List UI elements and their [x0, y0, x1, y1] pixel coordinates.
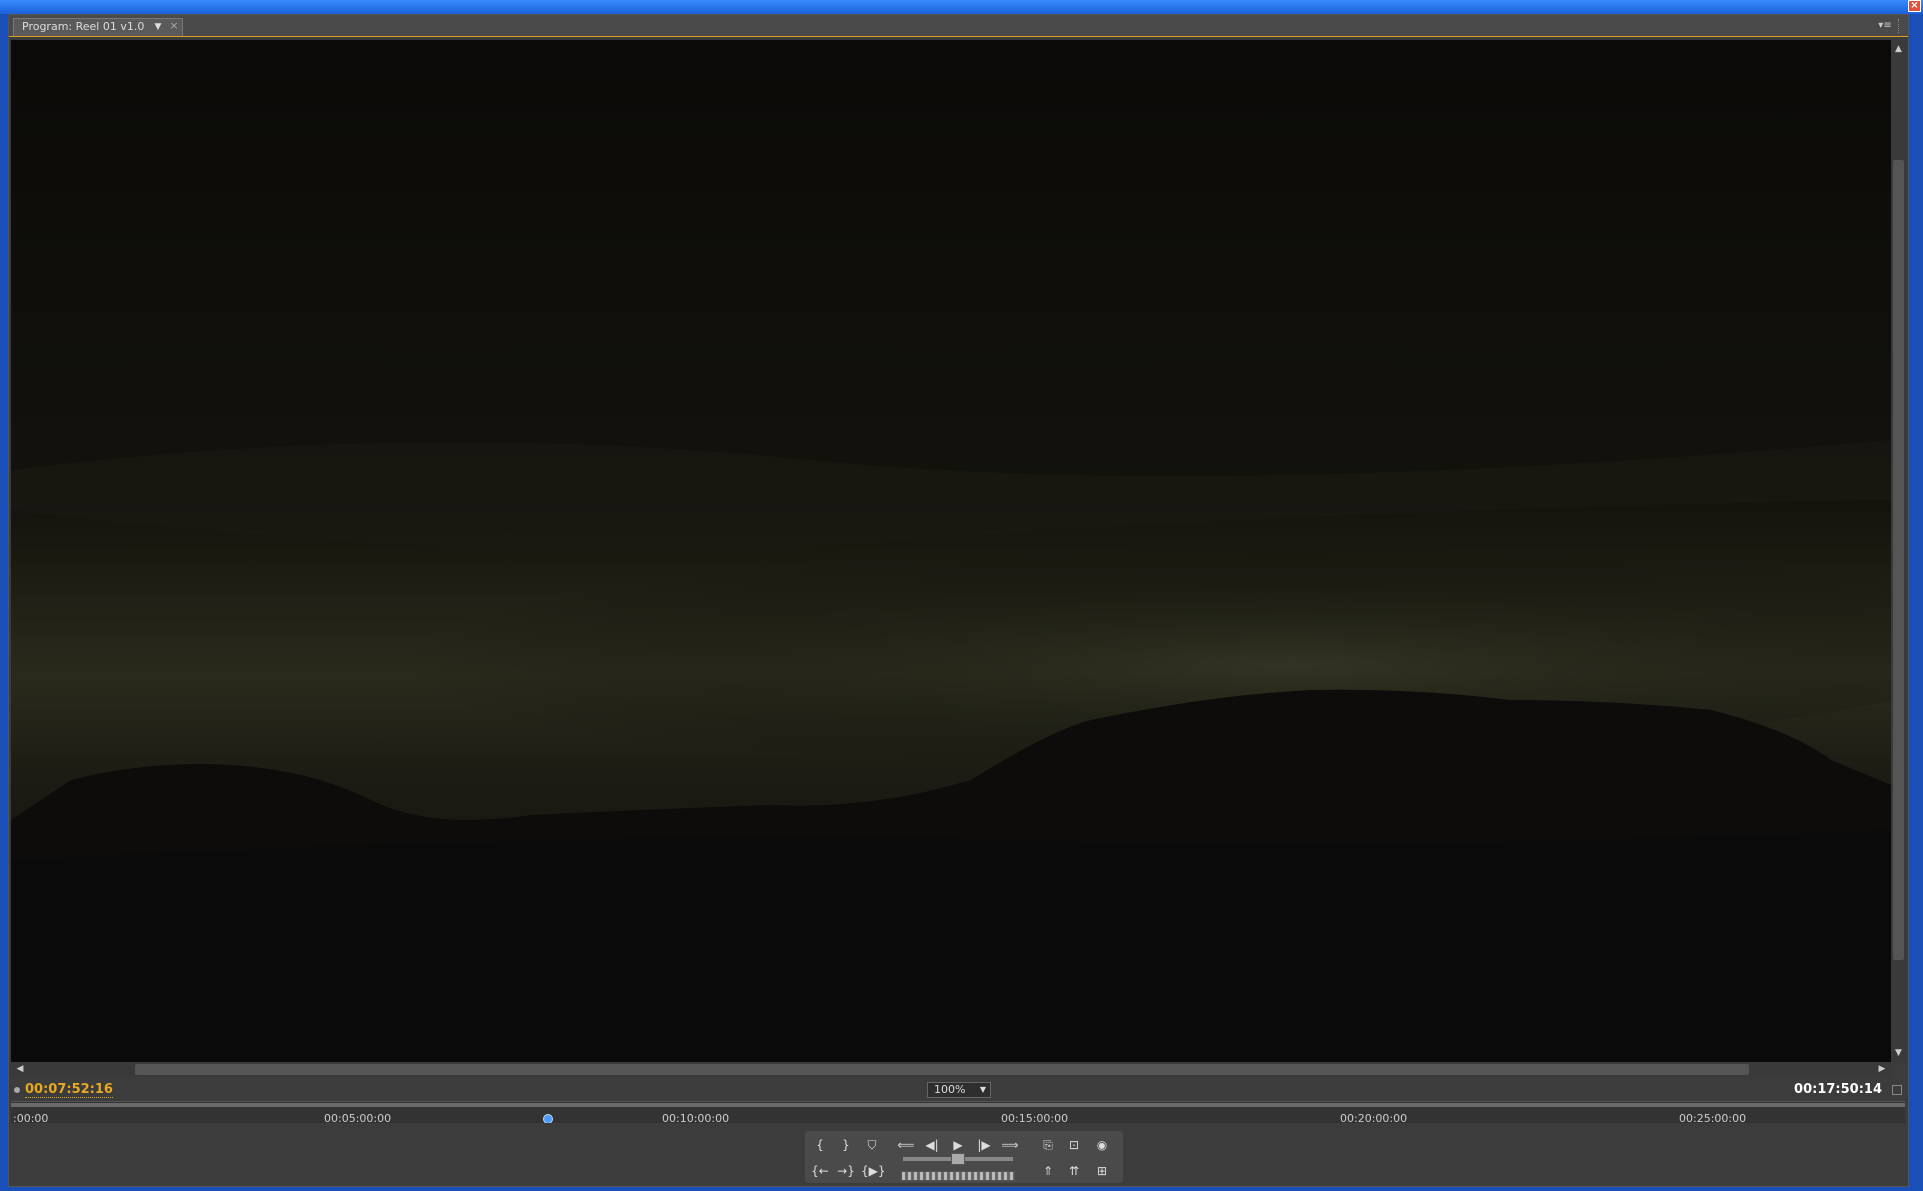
timecode-bar: 00:07:52:16 100% ▼ 00:17:50:14: [9, 1079, 1908, 1101]
settings-icon[interactable]: [1892, 1085, 1902, 1095]
video-frame-image: [11, 40, 1891, 1062]
go-to-next-edit-button[interactable]: ⟹: [999, 1135, 1021, 1155]
step-back-button[interactable]: ◀|: [921, 1135, 943, 1155]
window-frame-left: [0, 14, 8, 1191]
horizontal-scrollbar[interactable]: ◀ ▶: [11, 1062, 1891, 1077]
safe-margins-button[interactable]: ⊡: [1063, 1135, 1085, 1155]
horizontal-scroll-thumb[interactable]: [135, 1064, 1749, 1075]
window-frame-bottom: [0, 1187, 1923, 1191]
duration-timecode: 00:17:50:14: [1794, 1082, 1882, 1097]
transport-controls: { } ⛉ ⟸ ◀| ▶ |▶ ⟹ ⎘ ⊡ ◉ {← →} {▶} ⇑ ⇈ ⊞: [9, 1123, 1908, 1186]
scroll-right-icon[interactable]: ▶: [1875, 1062, 1889, 1077]
vertical-scrollbar[interactable]: ▲ ▼: [1891, 40, 1906, 1062]
vertical-scroll-thumb[interactable]: [1893, 160, 1904, 960]
export-frame-button[interactable]: ⎘: [1037, 1135, 1059, 1155]
time-ruler[interactable]: :00:00 00:05:00:00 00:10:00:00 00:15:00:…: [11, 1101, 1905, 1125]
mark-out-button[interactable]: }: [835, 1135, 857, 1155]
scroll-up-icon[interactable]: ▲: [1891, 42, 1906, 56]
window-frame-right: [1909, 14, 1923, 1191]
panel-menu-icon[interactable]: ▾≡: [1876, 19, 1894, 33]
chevron-down-icon: ▼: [979, 1085, 986, 1094]
play-button[interactable]: ▶: [947, 1135, 969, 1155]
current-timecode[interactable]: 00:07:52:16: [25, 1082, 113, 1098]
output-button[interactable]: ◉: [1091, 1135, 1113, 1155]
go-to-previous-edit-button[interactable]: ⟸: [895, 1135, 917, 1155]
go-to-out-button[interactable]: →}: [835, 1161, 857, 1181]
transport-group: { } ⛉ ⟸ ◀| ▶ |▶ ⟹ ⎘ ⊡ ◉ {← →} {▶} ⇑ ⇈ ⊞: [805, 1131, 1123, 1183]
panel-tabbar: Program: Reel 01 v1.0 ▼ × ▾≡: [9, 15, 1908, 37]
scroll-down-icon[interactable]: ▼: [1891, 1046, 1906, 1060]
lift-button[interactable]: ⇑: [1037, 1161, 1059, 1181]
shuttle-slider[interactable]: [903, 1153, 1013, 1165]
timecode-indicator-icon: [14, 1087, 20, 1093]
window-titlebar: ×: [0, 0, 1923, 14]
zoom-level-value: 100%: [934, 1083, 966, 1096]
step-forward-button[interactable]: |▶: [973, 1135, 995, 1155]
tab-close-icon[interactable]: ×: [167, 19, 181, 33]
mark-in-button[interactable]: {: [809, 1135, 831, 1155]
tab-label: Program: Reel 01 v1.0: [22, 20, 145, 33]
play-in-to-out-button[interactable]: {▶}: [861, 1161, 886, 1181]
panel-grip[interactable]: [1898, 19, 1906, 33]
go-to-in-button[interactable]: {←: [809, 1161, 831, 1181]
program-monitor-panel: Program: Reel 01 v1.0 ▼ × ▾≡ ▲ ▼ ◀ ▶ 00:…: [8, 14, 1909, 1187]
jog-wheel[interactable]: [901, 1171, 1015, 1181]
add-marker-button[interactable]: ⛉: [861, 1135, 883, 1155]
zoom-level-select[interactable]: 100% ▼: [927, 1082, 991, 1098]
scroll-left-icon[interactable]: ◀: [13, 1062, 27, 1077]
tab-dropdown-icon[interactable]: ▼: [151, 20, 165, 34]
extract-button[interactable]: ⇈: [1063, 1161, 1085, 1181]
shuttle-knob[interactable]: [951, 1153, 965, 1165]
window-close-button[interactable]: ×: [1908, 0, 1921, 12]
trim-button[interactable]: ⊞: [1091, 1161, 1113, 1181]
ruler-track[interactable]: [11, 1103, 1905, 1107]
video-frame: [11, 40, 1891, 1062]
